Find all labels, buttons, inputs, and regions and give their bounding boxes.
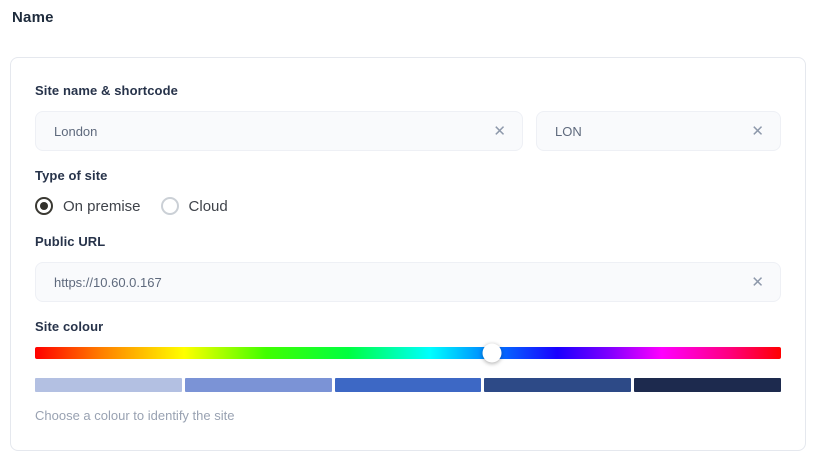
hue-gradient-bar[interactable] <box>35 347 781 359</box>
site-form-card: Site name & shortcode ✕ ✕ Type of site O… <box>10 57 806 451</box>
colour-swatch-1[interactable] <box>35 378 182 392</box>
radio-option-on-premise-label: On premise <box>63 198 141 215</box>
clear-public-url-icon[interactable]: ✕ <box>745 275 780 290</box>
radio-unselected-icon <box>161 197 179 215</box>
colour-swatch-2[interactable] <box>185 378 332 392</box>
type-of-site-options: On premise Cloud <box>35 196 781 216</box>
radio-option-on-premise[interactable]: On premise <box>35 197 141 215</box>
page-title: Name <box>12 9 54 26</box>
hue-slider-thumb[interactable] <box>482 344 501 363</box>
clear-shortcode-icon[interactable]: ✕ <box>745 124 780 139</box>
name-shortcode-row: ✕ ✕ <box>35 111 781 151</box>
colour-swatch-3[interactable] <box>335 378 482 392</box>
colour-swatch-5[interactable] <box>634 378 781 392</box>
site-colour-label: Site colour <box>35 320 781 334</box>
public-url-input[interactable] <box>36 263 745 301</box>
public-url-field-wrap: ✕ <box>35 262 781 302</box>
swatch-row <box>35 378 781 392</box>
shortcode-field-wrap: ✕ <box>536 111 781 151</box>
public-url-label: Public URL <box>35 235 781 249</box>
clear-site-name-icon[interactable]: ✕ <box>487 124 522 139</box>
colour-helper-text: Choose a colour to identify the site <box>35 408 781 423</box>
type-of-site-label: Type of site <box>35 169 781 183</box>
radio-option-cloud[interactable]: Cloud <box>161 197 228 215</box>
radio-option-cloud-label: Cloud <box>189 198 228 215</box>
site-name-shortcode-label: Site name & shortcode <box>35 84 781 98</box>
colour-swatch-4[interactable] <box>484 378 631 392</box>
radio-selected-icon <box>35 197 53 215</box>
site-name-field-wrap: ✕ <box>35 111 523 151</box>
site-name-input[interactable] <box>36 112 487 150</box>
hue-slider[interactable] <box>35 347 781 359</box>
shortcode-input[interactable] <box>537 112 745 150</box>
